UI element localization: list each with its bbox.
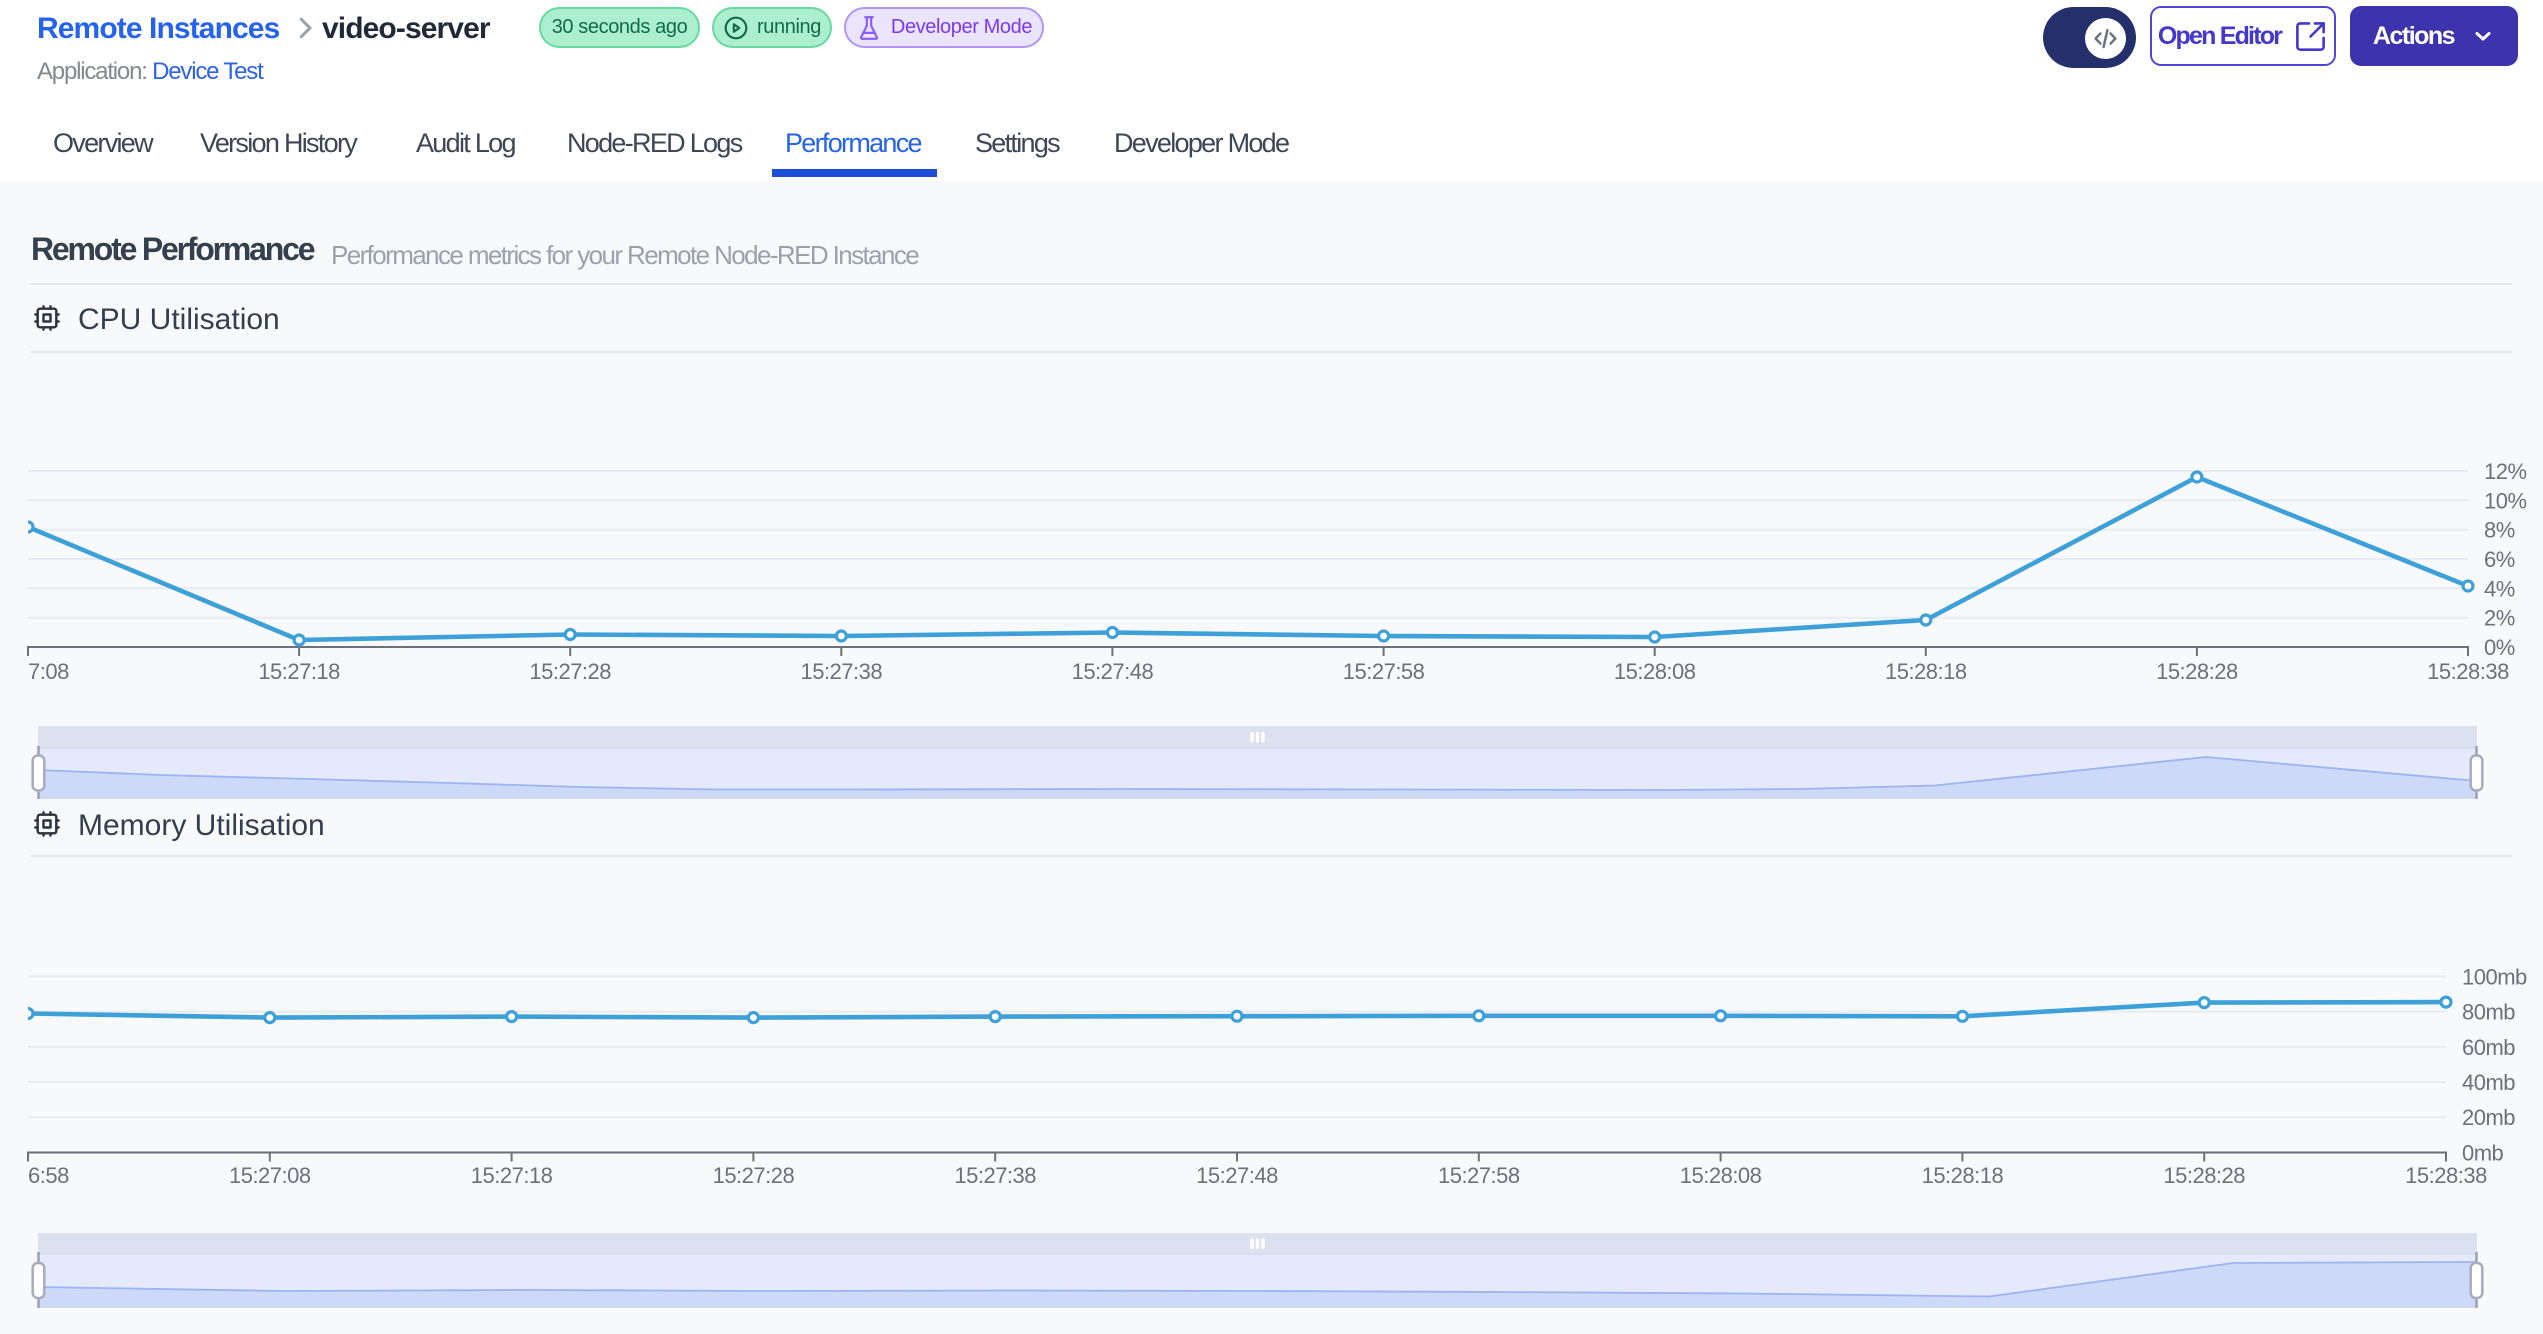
svg-text:2%: 2% — [2484, 606, 2515, 631]
svg-text:10%: 10% — [2484, 488, 2527, 513]
svg-text:15:27:38: 15:27:38 — [954, 1163, 1036, 1188]
svg-text:20mb: 20mb — [2462, 1105, 2515, 1130]
svg-text:15:28:38: 15:28:38 — [2427, 659, 2509, 684]
svg-text:15:28:28: 15:28:28 — [2163, 1163, 2245, 1188]
svg-text:15:28:08: 15:28:08 — [1680, 1163, 1762, 1188]
svg-text:15:27:58: 15:27:58 — [1438, 1163, 1520, 1188]
svg-text:7:08: 7:08 — [28, 659, 69, 684]
svg-text:15:28:18: 15:28:18 — [1922, 1163, 2004, 1188]
svg-text:15:27:28: 15:27:28 — [713, 1163, 795, 1188]
svg-text:15:27:48: 15:27:48 — [1196, 1163, 1278, 1188]
svg-text:6:58: 6:58 — [28, 1163, 69, 1188]
svg-text:15:27:18: 15:27:18 — [258, 659, 340, 684]
svg-text:6%: 6% — [2484, 547, 2515, 572]
svg-text:15:28:28: 15:28:28 — [2156, 659, 2238, 684]
svg-text:15:28:18: 15:28:18 — [1885, 659, 1967, 684]
svg-text:0%: 0% — [2484, 635, 2515, 660]
svg-text:100mb: 100mb — [2462, 964, 2527, 989]
svg-text:15:27:08: 15:27:08 — [229, 1163, 311, 1188]
svg-text:40mb: 40mb — [2462, 1070, 2515, 1095]
svg-text:80mb: 80mb — [2462, 1000, 2515, 1025]
svg-text:60mb: 60mb — [2462, 1035, 2515, 1060]
svg-text:15:27:28: 15:27:28 — [529, 659, 611, 684]
svg-text:15:27:18: 15:27:18 — [471, 1163, 553, 1188]
svg-text:12%: 12% — [2484, 459, 2527, 484]
svg-text:0mb: 0mb — [2462, 1141, 2504, 1166]
svg-text:15:27:58: 15:27:58 — [1343, 659, 1425, 684]
svg-text:8%: 8% — [2484, 518, 2515, 543]
svg-text:15:27:48: 15:27:48 — [1072, 659, 1154, 684]
svg-text:15:28:08: 15:28:08 — [1614, 659, 1696, 684]
svg-text:15:27:38: 15:27:38 — [800, 659, 882, 684]
svg-text:15:28:38: 15:28:38 — [2405, 1163, 2487, 1188]
svg-text:4%: 4% — [2484, 576, 2515, 601]
